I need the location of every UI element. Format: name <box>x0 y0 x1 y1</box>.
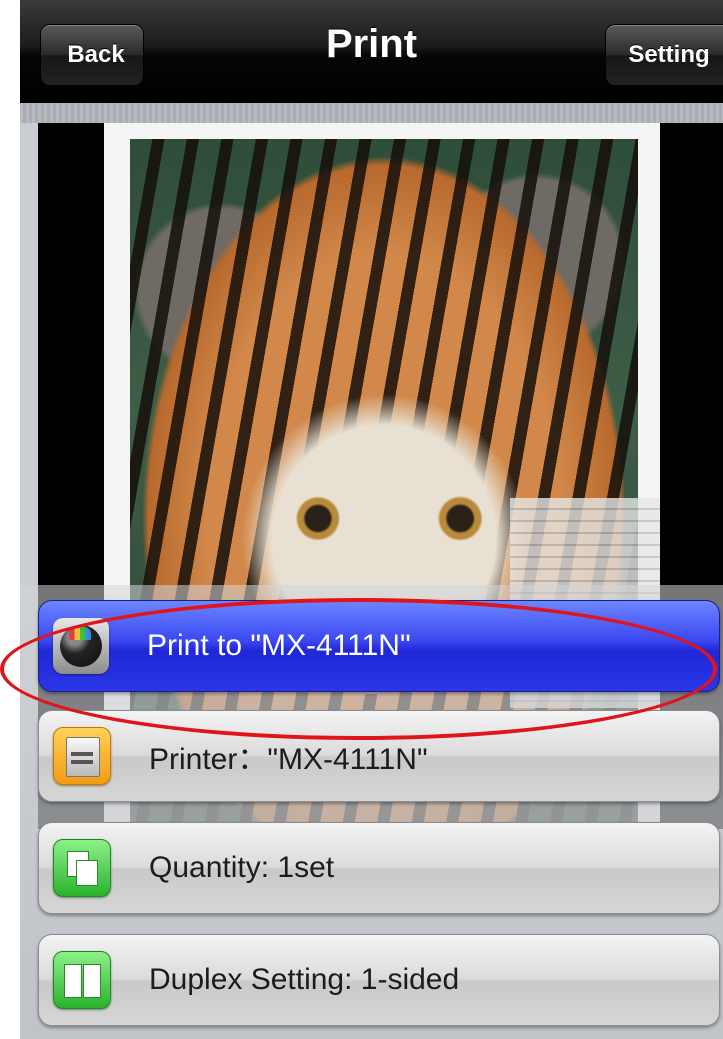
printer-icon <box>53 727 111 785</box>
print-icon <box>53 618 109 674</box>
print-options-panel: Print to "MX-4111N" Printer："MX-4111N" Q… <box>20 585 723 1039</box>
printer-select-item[interactable]: Printer："MX-4111N" <box>38 710 720 802</box>
setting-button-label: Setting <box>628 41 710 68</box>
printer-label: Printer："MX-4111N" <box>149 743 428 776</box>
print-to-button[interactable]: Print to "MX-4111N" <box>38 600 720 692</box>
navigation-bar: Back Print Setting <box>20 0 723 103</box>
quantity-label: Quantity: 1set <box>149 851 335 884</box>
duplex-label: Duplex Setting: 1-sided <box>149 963 460 996</box>
duplex-setting-item[interactable]: Duplex Setting: 1-sided <box>38 934 720 1026</box>
quantity-item[interactable]: Quantity: 1set <box>38 822 720 914</box>
print-to-label: Print to "MX-4111N" <box>147 629 411 662</box>
app-screen: Back Print Setting Print to "MX-4111N" P… <box>20 0 723 1039</box>
setting-button[interactable]: Setting <box>605 24 723 86</box>
preview-top-band <box>20 103 723 123</box>
quantity-icon <box>53 839 111 897</box>
duplex-icon <box>53 951 111 1009</box>
